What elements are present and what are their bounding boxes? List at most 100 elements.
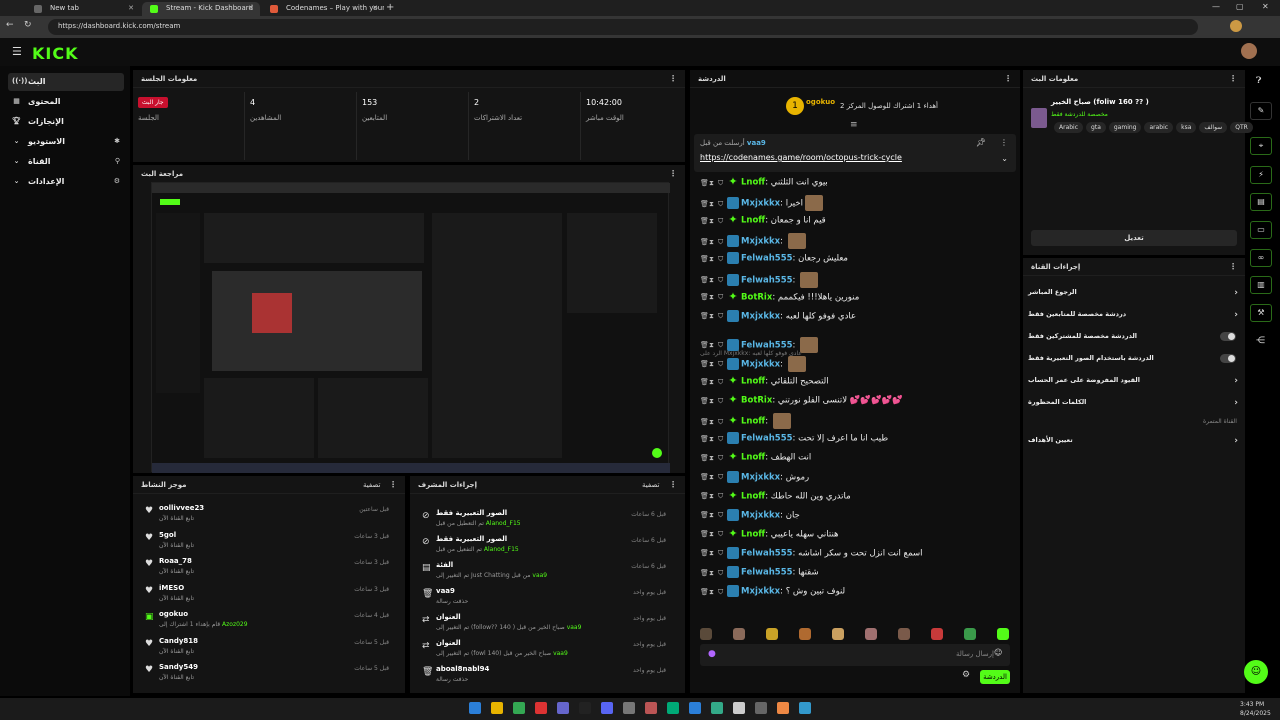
taskbar-app-icon[interactable] bbox=[623, 702, 635, 714]
quick-emote[interactable] bbox=[733, 628, 745, 640]
timeout-icon[interactable]: ⧗ bbox=[709, 454, 716, 463]
delete-icon[interactable]: 🗑︎ bbox=[700, 217, 709, 225]
chat-message[interactable]: 🗑︎⧗ ⛉ ✦ Lnoff: التصحيح التلقائي bbox=[700, 375, 1018, 394]
delete-icon[interactable]: 🗑︎ bbox=[700, 255, 709, 263]
chat-username[interactable]: Felwah555 bbox=[741, 568, 793, 578]
timeout-icon[interactable]: ⧗ bbox=[709, 179, 716, 188]
chat-message[interactable]: 🗑︎⧗ ⛉ ✦ Lnoff: بيوي انت الثلثني bbox=[700, 176, 1018, 195]
tab-kick-dashboard[interactable]: Stream - Kick Dashboard ✕ bbox=[142, 2, 260, 16]
pinned-by[interactable]: vaa9 bbox=[747, 139, 766, 147]
close-icon[interactable]: ✕ bbox=[372, 4, 378, 12]
ban-icon[interactable]: ⛉ bbox=[718, 549, 725, 558]
chat-username[interactable]: Mxjxkkx bbox=[741, 199, 780, 209]
chat-message[interactable]: 🗑︎⧗ ⛉ Mxjxkkx: لنوف تبين وش ؟ bbox=[700, 585, 1018, 604]
timeout-icon[interactable]: ⧗ bbox=[709, 588, 716, 597]
activity-username[interactable]: 5gol bbox=[159, 531, 176, 539]
chevron-down-icon[interactable]: ⌄ bbox=[1001, 154, 1008, 163]
chat-message[interactable]: 🗑︎⧗ ⛉ Mxjxkkx: اخيرا bbox=[700, 195, 1018, 214]
timeout-icon[interactable]: ⧗ bbox=[709, 255, 716, 264]
help-icon[interactable]: ❓︎ bbox=[1256, 76, 1261, 86]
delete-icon[interactable]: 🗑︎ bbox=[700, 435, 709, 443]
toggle-switch[interactable] bbox=[1220, 354, 1236, 363]
link-icon[interactable]: ∞ bbox=[1250, 249, 1272, 267]
chat-username[interactable]: Lnoff bbox=[741, 529, 765, 539]
timeout-icon[interactable]: ⧗ bbox=[709, 418, 716, 427]
quick-emote[interactable] bbox=[997, 628, 1009, 640]
quick-emote[interactable] bbox=[766, 628, 778, 640]
edit-stream-info-button[interactable]: تعديل bbox=[1031, 230, 1237, 246]
ban-icon[interactable]: ⛉ bbox=[718, 473, 725, 482]
chat-username[interactable]: Lnoff bbox=[741, 377, 765, 387]
timeout-icon[interactable]: ⧗ bbox=[709, 569, 716, 578]
mod-action-user[interactable]: vaa9 bbox=[553, 650, 568, 657]
maximize-icon[interactable]: ▢ bbox=[1236, 2, 1244, 11]
microphone-icon[interactable]: ● bbox=[708, 649, 716, 659]
ban-icon[interactable]: ⛉ bbox=[718, 378, 725, 387]
mod-action-item[interactable]: ▤ الفئة تم التغيير إلى Just Chatting من … bbox=[414, 560, 674, 586]
sidebar-item-content[interactable]: ▦ المحتوى bbox=[8, 93, 124, 111]
quick-emote[interactable] bbox=[931, 628, 943, 640]
crosshair-icon[interactable]: ⌖ bbox=[1250, 137, 1272, 155]
taskbar-app-icon[interactable] bbox=[601, 702, 613, 714]
chat-username[interactable]: Lnoff bbox=[741, 491, 765, 501]
quick-emote[interactable] bbox=[700, 628, 712, 640]
gift-recipient[interactable]: Azoz029 bbox=[222, 621, 248, 628]
timeout-icon[interactable]: ⧗ bbox=[709, 473, 716, 482]
chat-input[interactable]: ● إرسال رسالة ☺ bbox=[700, 644, 1010, 666]
message-icon[interactable]: ▭ bbox=[1250, 221, 1272, 239]
channel-action-row[interactable]: دردشة مخصصة للمتابعين فقط › bbox=[1028, 310, 1238, 330]
chat-message[interactable]: 🗑︎⧗ ⛉ ✦ Lnoff: قيم انا و جمعان bbox=[700, 214, 1018, 233]
wrench-icon[interactable]: ⚒ bbox=[1250, 304, 1272, 322]
activity-item[interactable]: ♥ oollivvee23 تابع القناة الآن قبل ساعتي… bbox=[137, 503, 397, 529]
ban-icon[interactable]: ⛉ bbox=[718, 293, 725, 302]
more-icon[interactable]: ⋮ bbox=[669, 169, 677, 178]
taskbar-app-icon[interactable] bbox=[535, 702, 547, 714]
chat-message[interactable]: 🗑︎⧗ ⛉ Felwah555: bbox=[700, 271, 1018, 291]
ban-icon[interactable]: ⛉ bbox=[718, 511, 725, 520]
channel-action-row[interactable]: الرجوع المباشر › bbox=[1028, 288, 1238, 308]
timeout-icon[interactable]: ⧗ bbox=[709, 511, 716, 520]
mod-action-item[interactable]: 🗑︎ vaa9 حذفت رسالة قبل يوم واحد bbox=[414, 586, 674, 612]
more-icon[interactable]: ⋮ bbox=[669, 74, 677, 83]
timeout-icon[interactable]: ⧗ bbox=[709, 217, 716, 226]
emoji-icon[interactable]: ☺ bbox=[994, 648, 1002, 657]
delete-icon[interactable]: 🗑︎ bbox=[700, 312, 709, 320]
ban-icon[interactable]: ⛉ bbox=[718, 588, 725, 597]
taskbar-app-icon[interactable] bbox=[733, 702, 745, 714]
toggle-switch[interactable] bbox=[1220, 332, 1236, 341]
chat-username[interactable]: Mxjxkkx bbox=[741, 359, 780, 369]
timeout-icon[interactable]: ⧗ bbox=[709, 492, 716, 501]
ban-icon[interactable]: ⛉ bbox=[718, 200, 725, 209]
minimize-icon[interactable]: — bbox=[1212, 2, 1220, 11]
chat-username[interactable]: Mxjxkkx bbox=[741, 237, 780, 247]
delete-icon[interactable]: 🗑︎ bbox=[700, 238, 709, 246]
chat-message[interactable]: 🗑︎⧗ ⛉ Felwah555: شقتها bbox=[700, 566, 1018, 585]
pin-icon[interactable]: 📌︎ bbox=[976, 138, 986, 147]
chat-username[interactable]: BotRix bbox=[741, 292, 772, 302]
ban-icon[interactable]: ⛉ bbox=[718, 530, 725, 539]
delete-icon[interactable]: 🗑︎ bbox=[700, 569, 709, 577]
timeout-icon[interactable]: ⧗ bbox=[709, 378, 716, 387]
quick-emote[interactable] bbox=[865, 628, 877, 640]
activity-username[interactable]: oollivvee23 bbox=[159, 504, 204, 512]
mod-action-item[interactable]: ⊘ الصور التعبيرية فقط تم التعطيل من قبل … bbox=[414, 508, 674, 534]
chat-username[interactable]: Felwah555 bbox=[741, 340, 793, 350]
ban-icon[interactable]: ⛉ bbox=[718, 276, 725, 285]
taskbar-app-icon[interactable] bbox=[755, 702, 767, 714]
chat-message[interactable]: 🗑︎⧗ ⛉ Mxjxkkx: رموش bbox=[700, 470, 1018, 490]
delete-icon[interactable]: 🗑︎ bbox=[700, 549, 709, 557]
taskbar-app-icon[interactable] bbox=[557, 702, 569, 714]
quick-emote[interactable] bbox=[799, 628, 811, 640]
pin-list-icon[interactable]: ≡ bbox=[850, 120, 858, 130]
timeout-icon[interactable]: ⧗ bbox=[709, 397, 716, 406]
delete-icon[interactable]: 🗑︎ bbox=[700, 341, 709, 349]
ban-icon[interactable]: ⛉ bbox=[718, 397, 725, 406]
chat-message[interactable]: 🗑︎⧗ ⛉ ✦ Lnoff: انت الهطف bbox=[700, 451, 1018, 470]
activity-username[interactable]: ogokuo bbox=[159, 610, 188, 618]
close-icon[interactable]: ✕ bbox=[128, 4, 134, 12]
ban-icon[interactable]: ⛉ bbox=[718, 418, 725, 427]
stream-video-preview[interactable] bbox=[151, 182, 670, 473]
chat-message[interactable]: 🗑︎⧗ ⛉ Mxjxkkx: bbox=[700, 233, 1018, 252]
activity-username[interactable]: Candy818 bbox=[159, 637, 198, 645]
gift-user[interactable]: ogokuo bbox=[806, 98, 835, 106]
